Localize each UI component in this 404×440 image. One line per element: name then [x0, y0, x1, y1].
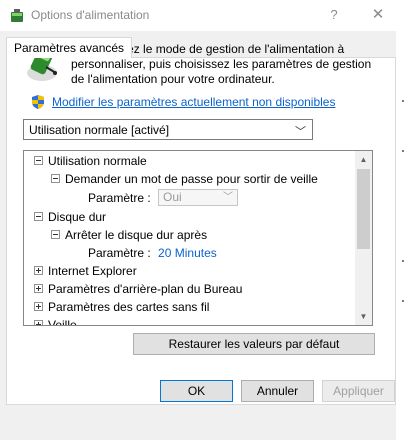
- window-title: Options d'alimentation: [31, 8, 150, 22]
- chevron-down-icon: ﹀: [295, 126, 306, 138]
- apply-button[interactable]: Appliquer: [322, 380, 395, 402]
- expand-icon[interactable]: [34, 266, 43, 276]
- collapse-icon[interactable]: [51, 174, 60, 184]
- disk-timeout-value-link[interactable]: 20 Minutes: [158, 246, 217, 260]
- tree-scrollbar[interactable]: ▲ ▼: [355, 151, 372, 325]
- tree-item-desktop-background[interactable]: Paramètres d'arrière-plan du Bureau: [34, 280, 242, 298]
- modify-unavailable-settings-link[interactable]: Modifier les paramètres actuellement non…: [52, 95, 335, 109]
- window-edge: [396, 0, 404, 440]
- tree-item-password-wakeup[interactable]: Demander un mot de passe pour sortir de …: [51, 170, 318, 188]
- settings-tree[interactable]: Utilisation normale Demander un mot de p…: [23, 150, 373, 326]
- cancel-button[interactable]: Annuler: [241, 380, 314, 402]
- help-button[interactable]: ?: [322, 4, 346, 26]
- power-plan-select[interactable]: Utilisation normale [activé] ﹀: [23, 119, 313, 140]
- setting-label: Paramètre :: [88, 246, 151, 260]
- scroll-down-arrow-icon[interactable]: ▼: [355, 308, 372, 325]
- expand-icon[interactable]: [34, 320, 43, 325]
- tree-item-disk-setting: Paramètre : 20 Minutes: [88, 244, 217, 262]
- chevron-down-icon: ﹀: [223, 192, 234, 204]
- scroll-thumb[interactable]: [357, 169, 370, 249]
- tab-advanced-settings[interactable]: Paramètres avancés: [6, 37, 133, 58]
- restore-defaults-button[interactable]: Restaurer les valeurs par défaut: [133, 333, 375, 355]
- tree-item-internet-explorer[interactable]: Internet Explorer: [34, 262, 137, 280]
- scroll-up-arrow-icon[interactable]: ▲: [355, 151, 372, 168]
- password-setting-select[interactable]: Oui ﹀: [158, 189, 239, 207]
- tree-item-wireless-adapters[interactable]: Paramètres des cartes sans fil: [34, 298, 209, 316]
- power-options-icon: [11, 9, 23, 22]
- title-bar: Options d'alimentation ? ✕: [0, 0, 396, 31]
- collapse-icon[interactable]: [51, 230, 60, 240]
- ok-button[interactable]: OK: [160, 380, 233, 402]
- expand-icon[interactable]: [34, 284, 43, 294]
- tree-item-stop-disk[interactable]: Arrêter le disque dur après: [51, 226, 207, 244]
- expand-icon[interactable]: [34, 302, 43, 312]
- uac-shield-icon: [32, 95, 44, 109]
- close-button[interactable]: ✕: [366, 4, 390, 26]
- setting-label: Paramètre :: [88, 191, 151, 205]
- tree-item-veille[interactable]: Veille: [34, 316, 77, 325]
- collapse-icon[interactable]: [34, 212, 43, 222]
- tree-item-utilisation-normale[interactable]: Utilisation normale: [34, 152, 147, 170]
- collapse-icon[interactable]: [34, 156, 43, 166]
- power-plan-value: Utilisation normale [activé]: [29, 123, 170, 137]
- tree-item-password-setting: Paramètre : Oui ﹀: [88, 189, 239, 207]
- tree-item-disque-dur[interactable]: Disque dur: [34, 208, 106, 226]
